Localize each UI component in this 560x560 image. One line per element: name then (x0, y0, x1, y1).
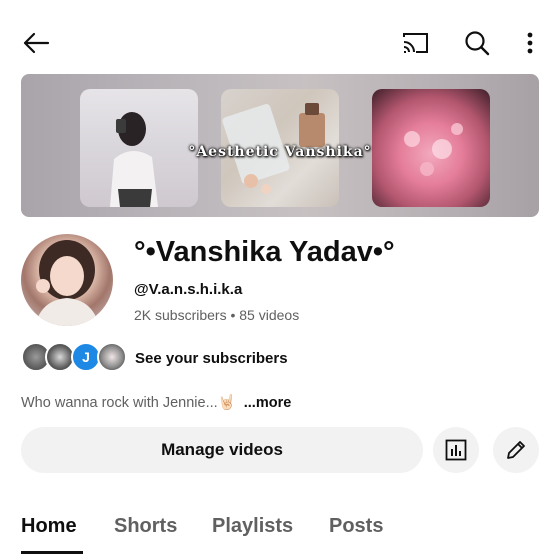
more-options-button[interactable] (518, 26, 542, 60)
description-text: Who wanna rock with Jennie...🤘🏻 (21, 395, 236, 411)
analytics-icon (445, 439, 467, 461)
channel-name: °•Vanshika Yadav•° (134, 236, 395, 268)
channel-handle: @V.a.n.s.h.i.k.a (134, 281, 243, 298)
more-vertical-icon (527, 32, 533, 54)
search-button[interactable] (460, 26, 494, 60)
top-app-bar (0, 0, 560, 80)
active-tab-indicator (21, 551, 83, 554)
edit-pencil-icon (507, 441, 525, 459)
manage-videos-button[interactable]: Manage videos (21, 427, 423, 473)
cast-icon (403, 33, 428, 53)
see-subscribers-link[interactable]: See your subscribers (135, 350, 288, 367)
tab-posts[interactable]: Posts (329, 515, 383, 538)
analytics-button[interactable] (433, 427, 479, 473)
subscriber-avatar (97, 342, 127, 372)
channel-tabs: Home Shorts Playlists Posts (0, 505, 560, 560)
channel-avatar[interactable] (21, 234, 113, 326)
cast-button[interactable] (398, 28, 432, 58)
tab-playlists[interactable]: Playlists (212, 515, 293, 538)
tab-home[interactable]: Home (21, 515, 77, 538)
channel-description[interactable]: Who wanna rock with Jennie...🤘🏻 ...more (21, 394, 291, 411)
tab-shorts[interactable]: Shorts (114, 515, 177, 538)
edit-channel-button[interactable] (493, 427, 539, 473)
description-more-link[interactable]: ...more (244, 395, 292, 411)
arrow-left-icon (23, 32, 50, 54)
see-subscribers-row[interactable]: J See your subscribers (21, 342, 421, 374)
channel-banner[interactable]: °Aesthetic Vanshika° (21, 74, 539, 217)
back-button[interactable] (18, 28, 54, 58)
search-icon (465, 31, 490, 56)
channel-stats: 2K subscribers • 85 videos (134, 307, 300, 323)
banner-title: °Aesthetic Vanshika° (188, 144, 372, 160)
